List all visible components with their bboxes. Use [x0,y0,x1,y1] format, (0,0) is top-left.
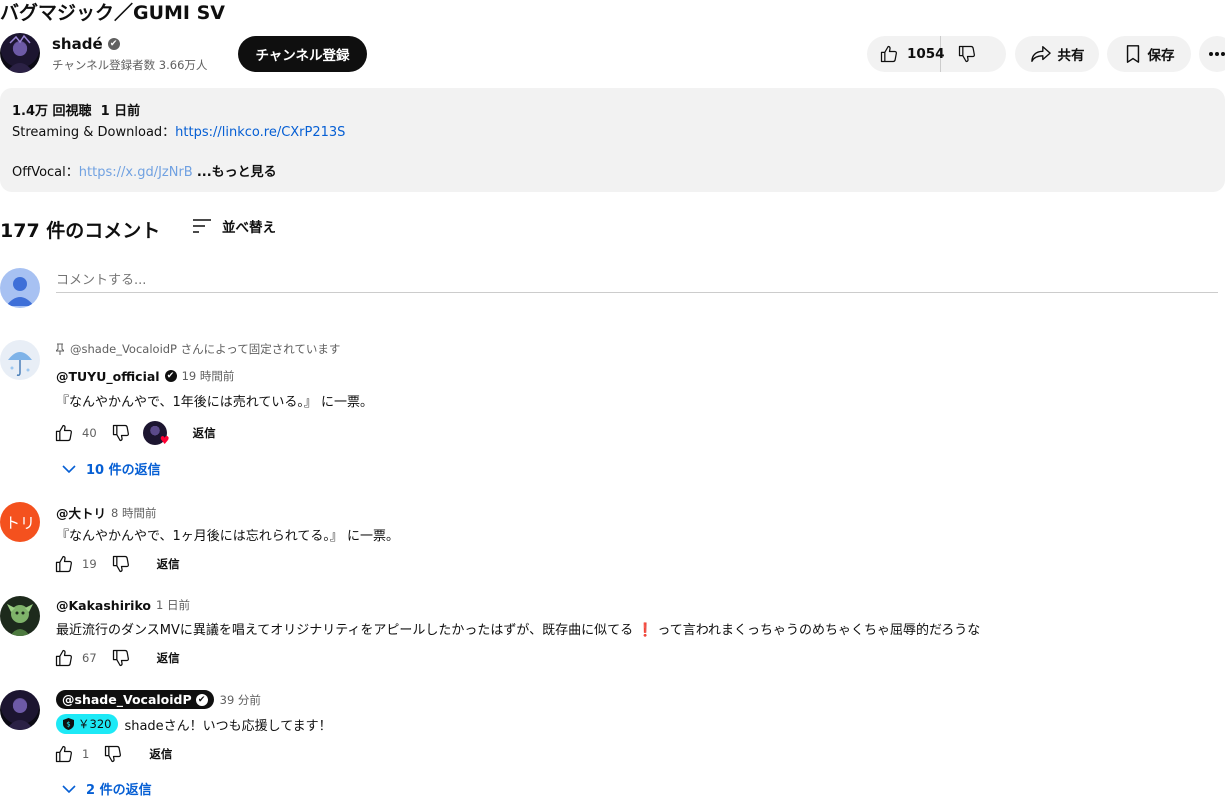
share-label: 共有 [1057,48,1085,64]
verified-icon: ✔ [164,370,177,382]
superchat-badge: $ ￥320 [56,714,119,734]
superchat-amount: ￥320 [78,717,112,731]
comment-avatar[interactable] [0,596,40,636]
exclamation-icon: ❗ [637,623,654,638]
comment-text: 最近流行のダンスMVに異議を唱えてオリジナリティをアピールしたかったはずが、既存… [56,619,980,638]
subscriber-count: チャンネル登録者数 3.66万人 [52,58,208,72]
reply-button[interactable]: 返信 [149,746,172,762]
comment-time[interactable]: 19 時間前 [182,368,235,384]
view-replies-button[interactable]: 2 件の返信 [62,779,152,798]
pinned-indicator: @shade_VocaloidP さんによって固定されています [56,341,340,357]
like-count: 67 [82,651,97,665]
comment-author-row: @Kakashiriko 1 日前 [56,597,190,613]
streaming-link[interactable]: https://linkco.re/CXrP213S [175,125,345,140]
streaming-label: Streaming & Download： [12,125,176,140]
thumbs-up-icon[interactable] [54,554,74,574]
comment-text-part: 最近流行のダンスMVに異議を唱えてオリジナリティをアピールしたかったはずが、既存… [56,623,634,638]
channel-name[interactable]: shadé ✔ [52,35,120,53]
comment-text: 『なんやかんやで、1年後には売れている。』 に一票。 [56,395,373,410]
chevron-down-icon [62,464,76,473]
svg-text:$: $ [66,721,70,729]
thumbs-up-icon [879,44,899,64]
comment-actions: 1 返信 [54,744,172,764]
pin-icon [56,343,64,355]
comment-author-row: @TUYU_official ✔ 19 時間前 [56,368,234,384]
show-more-link[interactable]: ...もっと見る [197,165,277,180]
subscribe-button[interactable]: チャンネル登録 [238,36,367,72]
comment-avatar[interactable] [0,690,40,730]
like-count: 1 [82,747,90,761]
thumbs-down-icon[interactable] [111,423,131,443]
creator-heart-badge: ♥ [142,421,170,447]
description-line-streaming: Streaming & Download：https://linkco.re/C… [12,121,345,140]
bookmark-icon [1124,44,1142,64]
comment-actions: 67 返信 [54,648,180,668]
thumbs-down-icon[interactable] [111,648,131,668]
comment-actions: 19 返信 [54,554,180,574]
replies-label: 10 件の返信 [86,463,161,478]
offvocal-link[interactable]: https://x.gd/JzNrB [79,165,193,180]
description-line-offvocal: OffVocal：https://x.gd/JzNrB ...もっと見る [12,161,277,180]
offvocal-label: OffVocal： [12,165,79,180]
pinned-text: @shade_VocaloidP さんによって固定されています [70,342,341,356]
comment-avatar[interactable]: トリ [0,502,40,542]
reply-button[interactable]: 返信 [157,556,180,572]
like-button[interactable]: 1054 [867,36,945,72]
comment-count: 177 件のコメント [0,220,161,242]
share-button[interactable]: 共有 [1015,36,1099,72]
replies-label: 2 件の返信 [86,783,152,798]
video-title: バグマジック／GUMI SV [0,2,226,24]
more-horizontal-icon [1208,51,1225,57]
comment-text: shadeさん！いつも応援してます！ [124,718,332,734]
comment-input[interactable] [56,268,1218,293]
view-replies-button[interactable]: 10 件の返信 [62,459,161,478]
comment-author[interactable]: @大トリ [56,503,106,522]
more-actions-button[interactable] [1199,36,1225,72]
channel-avatar[interactable] [0,33,40,73]
thumbs-down-icon [957,44,977,64]
sort-icon [192,218,212,234]
thumbs-up-icon[interactable] [54,648,74,668]
like-dislike-group: 1054 [867,36,1006,72]
comment-text: 『なんやかんやで、1ヶ月後には忘れられてる。』 に一票。 [56,529,399,544]
dollar-shield-icon: $ [63,718,74,730]
dislike-button[interactable] [941,36,993,72]
view-count-date: 1.4万 回視聴 1 日前 [12,104,141,119]
share-icon [1030,44,1052,64]
comment-author-row: @大トリ 8 時間前 [56,503,157,522]
like-count: 1054 [907,46,945,62]
comment-text-part: って言われまくっちゃうのめちゃくちゃ屈辱的だろうな [657,623,981,638]
user-avatar [0,268,40,308]
save-label: 保存 [1147,48,1175,64]
thumbs-up-icon[interactable] [54,744,74,764]
owner-author-tag[interactable]: @shade_VocaloidP ✔ [56,690,214,709]
reply-button[interactable]: 返信 [157,650,180,666]
verified-icon: ✔ [107,38,120,50]
thumbs-up-icon[interactable] [54,423,74,443]
comment-author[interactable]: @Kakashiriko [56,598,151,613]
thumbs-down-icon[interactable] [103,744,123,764]
chevron-down-icon [62,784,76,793]
like-count: 19 [82,557,97,571]
comment-author[interactable]: @TUYU_official [56,369,160,384]
sort-label: 並べ替え [222,220,276,236]
thumbs-down-icon[interactable] [111,554,131,574]
verified-icon: ✔ [195,693,208,706]
comment-actions: 40 ♥ 返信 [54,421,216,447]
comment-author-row: @shade_VocaloidP ✔ 39 分前 [56,690,261,709]
save-button[interactable]: 保存 [1107,36,1191,72]
comment-avatar[interactable] [0,340,40,380]
sort-button[interactable]: 並べ替え [192,216,276,236]
channel-name-text[interactable]: shadé [52,35,103,53]
superchat-row: $ ￥320 shadeさん！いつも応援してます！ [56,714,332,734]
comment-time[interactable]: 1 日前 [156,597,190,613]
heart-icon: ♥ [159,434,170,447]
comment-author[interactable]: @shade_VocaloidP [62,692,192,707]
like-count: 40 [82,426,97,440]
comment-time[interactable]: 39 分前 [220,692,261,708]
comment-time[interactable]: 8 時間前 [111,505,156,521]
reply-button[interactable]: 返信 [193,425,216,441]
